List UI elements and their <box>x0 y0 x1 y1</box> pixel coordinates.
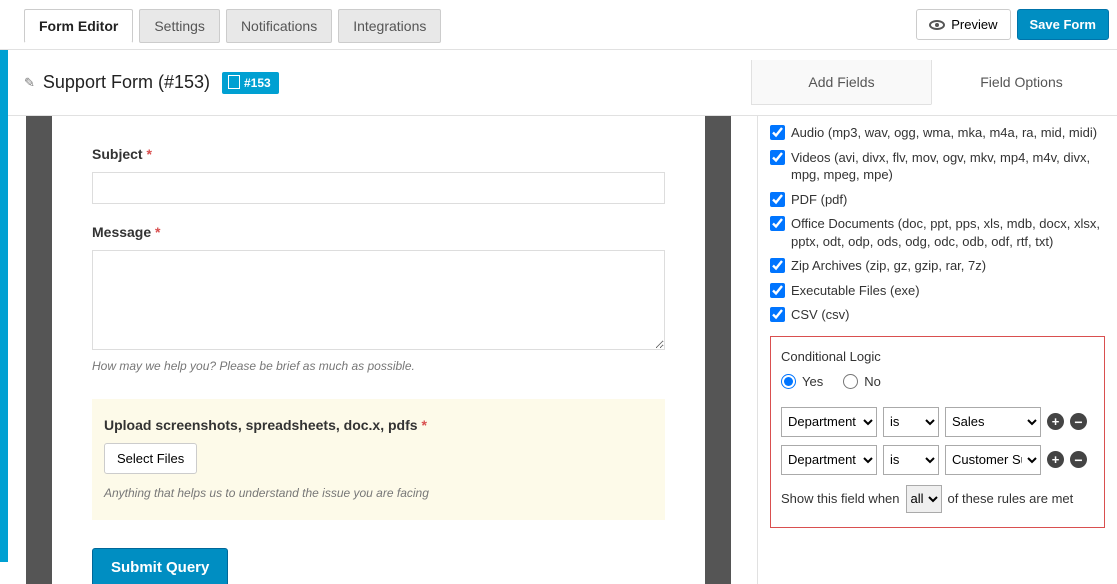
filetype-label: CSV (csv) <box>791 306 1105 324</box>
main-tabs: Form Editor Settings Notifications Integ… <box>24 8 441 42</box>
preview-button[interactable]: Preview <box>916 9 1010 40</box>
rule-value-select[interactable]: Sales <box>945 407 1041 437</box>
upload-block: Upload screenshots, spreadsheets, doc.x,… <box>92 399 665 520</box>
add-rule-button[interactable]: + <box>1047 413 1064 430</box>
eye-icon <box>929 20 945 30</box>
filetype-label: Videos (avi, divx, flv, mov, ogv, mkv, m… <box>791 149 1105 184</box>
tab-form-editor[interactable]: Form Editor <box>24 9 133 43</box>
cond-yes-radio[interactable] <box>781 374 796 389</box>
upload-desc: Anything that helps us to understand the… <box>104 486 653 500</box>
filetype-row: Executable Files (exe) <box>770 282 1105 300</box>
filetype-row: PDF (pdf) <box>770 191 1105 209</box>
select-files-button[interactable]: Select Files <box>104 443 197 474</box>
filetype-checkbox[interactable] <box>770 192 785 207</box>
filetype-checkbox[interactable] <box>770 125 785 140</box>
upload-label: Upload screenshots, spreadsheets, doc.x,… <box>104 417 653 433</box>
subject-label: Subject * <box>92 146 665 162</box>
filetype-row: Office Documents (doc, ppt, pps, xls, md… <box>770 215 1105 250</box>
rule-value-select[interactable]: Customer Support <box>945 445 1041 475</box>
filetype-checkbox[interactable] <box>770 150 785 165</box>
filetype-label: PDF (pdf) <box>791 191 1105 209</box>
conditional-logic-section: Conditional Logic Yes No DepartmentisSal… <box>770 336 1105 528</box>
filetype-label: Executable Files (exe) <box>791 282 1105 300</box>
subject-input[interactable] <box>92 172 665 204</box>
filetype-label: Zip Archives (zip, gz, gzip, rar, 7z) <box>791 257 1105 275</box>
show-text-prefix: Show this field when <box>781 491 900 506</box>
filetype-row: Zip Archives (zip, gz, gzip, rar, 7z) <box>770 257 1105 275</box>
filetype-row: CSV (csv) <box>770 306 1105 324</box>
rule-operator-select[interactable]: is <box>883 407 939 437</box>
filetype-row: Videos (avi, divx, flv, mov, ogv, mkv, m… <box>770 149 1105 184</box>
canvas-gutter-right <box>705 116 731 584</box>
message-desc: How may we help you? Please be brief as … <box>92 359 665 373</box>
filetype-checkbox[interactable] <box>770 307 785 322</box>
filetype-checkbox[interactable] <box>770 216 785 231</box>
copy-icon <box>230 77 240 89</box>
cond-no-radio[interactable] <box>843 374 858 389</box>
rule-operator-select[interactable]: is <box>883 445 939 475</box>
add-rule-button[interactable]: + <box>1047 451 1064 468</box>
form-id-text: #153 <box>244 76 271 90</box>
filetype-checkbox[interactable] <box>770 258 785 273</box>
field-options-panel: Audio (mp3, wav, ogg, wma, mka, m4a, ra,… <box>757 116 1117 584</box>
condition-rule-row: DepartmentisSales +− <box>781 407 1094 437</box>
condition-rule-row: DepartmentisCustomer Support +− <box>781 445 1094 475</box>
sidebar-tab-add-fields[interactable]: Add Fields <box>751 60 931 105</box>
tab-notifications[interactable]: Notifications <box>226 9 332 43</box>
message-label: Message * <box>92 224 665 240</box>
filetype-row: Audio (mp3, wav, ogg, wma, mka, m4a, ra,… <box>770 124 1105 142</box>
preview-label: Preview <box>951 17 997 32</box>
filetype-checkbox[interactable] <box>770 283 785 298</box>
match-select[interactable]: all <box>906 485 942 513</box>
tab-integrations[interactable]: Integrations <box>338 9 441 43</box>
canvas-gutter-left <box>26 116 52 584</box>
tab-settings[interactable]: Settings <box>139 9 220 43</box>
remove-rule-button[interactable]: − <box>1070 451 1087 468</box>
form-canvas: Subject * Message * How may we help you?… <box>52 116 705 584</box>
filetype-label: Office Documents (doc, ppt, pps, xls, md… <box>791 215 1105 250</box>
edit-icon: ✎ <box>24 75 35 91</box>
conditional-logic-title: Conditional Logic <box>781 349 1094 364</box>
rule-field-select[interactable]: Department <box>781 407 877 437</box>
save-form-button[interactable]: Save Form <box>1017 9 1109 40</box>
filetype-label: Audio (mp3, wav, ogg, wma, mka, m4a, ra,… <box>791 124 1105 142</box>
form-id-badge[interactable]: #153 <box>222 72 279 94</box>
show-text-suffix: of these rules are met <box>948 491 1074 506</box>
cond-no-option[interactable]: No <box>843 374 881 389</box>
rule-field-select[interactable]: Department <box>781 445 877 475</box>
message-textarea[interactable] <box>92 250 665 350</box>
remove-rule-button[interactable]: − <box>1070 413 1087 430</box>
sidebar-tab-field-options[interactable]: Field Options <box>931 60 1111 105</box>
submit-button[interactable]: Submit Query <box>92 548 228 584</box>
form-title: Support Form (#153) <box>43 72 210 93</box>
cond-yes-option[interactable]: Yes <box>781 374 823 389</box>
